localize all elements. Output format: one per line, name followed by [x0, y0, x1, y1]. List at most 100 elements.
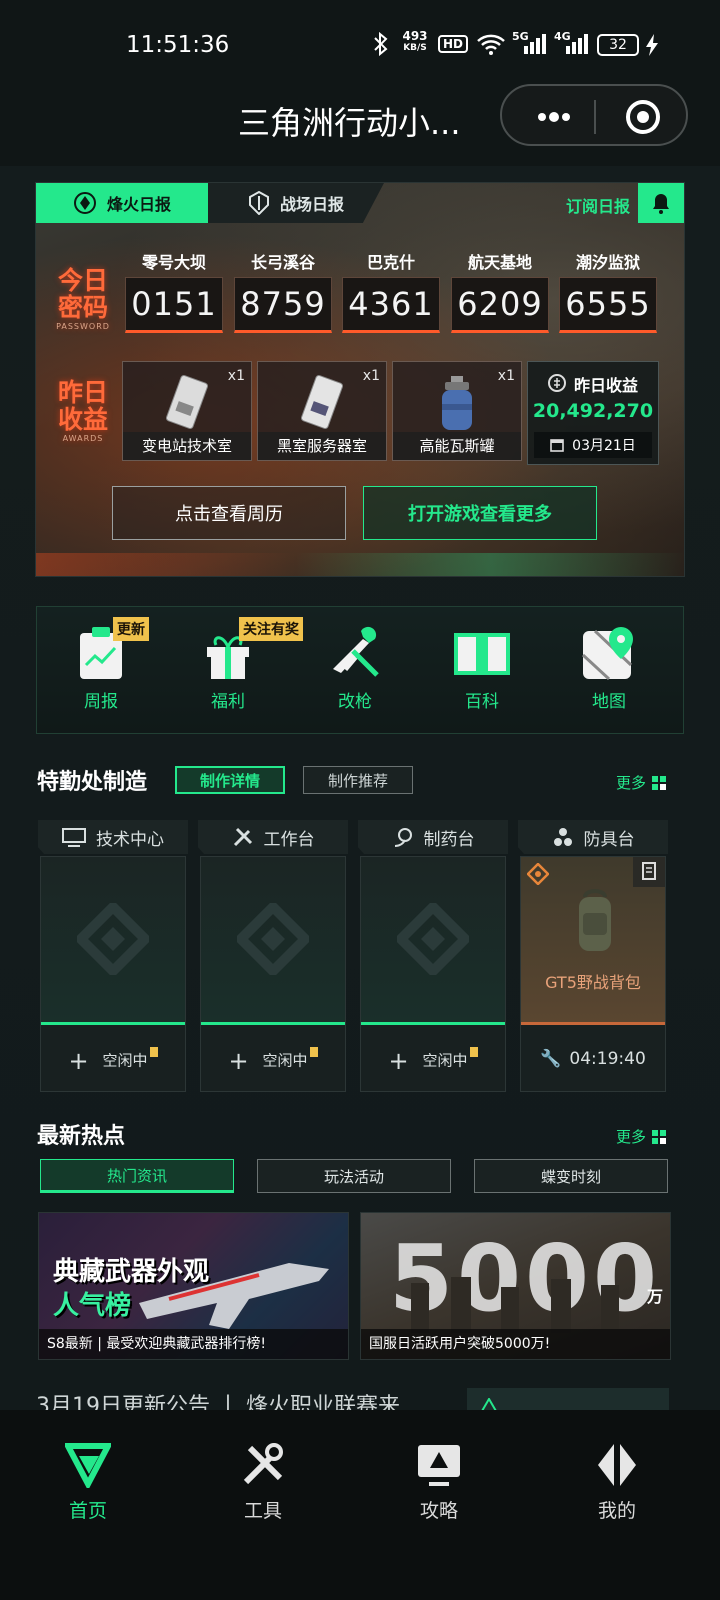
more-label: 更多	[616, 1128, 647, 1146]
net-speed: 493	[402, 29, 428, 43]
grid-icon	[652, 1129, 667, 1144]
bell-icon[interactable]	[638, 183, 684, 223]
timer-text: 04:19:40	[569, 1049, 646, 1069]
station-tech-center[interactable]: 技术中心 + 空闲中	[38, 820, 188, 1092]
tab-events[interactable]: 玩法活动	[257, 1159, 451, 1193]
station-workbench[interactable]: 工作台 + 空闲中	[198, 820, 348, 1092]
tab-battlefield-daily[interactable]: 战场日报	[208, 183, 384, 223]
map-password: 4361	[342, 277, 440, 333]
station-status: + 空闲中	[201, 1047, 345, 1075]
nav-label: 我的	[597, 1500, 636, 1522]
station-name: 防具台	[583, 829, 635, 850]
tab-hot-news[interactable]: 热门资讯	[40, 1159, 234, 1193]
plus-icon[interactable]: +	[228, 1047, 248, 1075]
daily-report-card: 烽火日报 战场日报 订阅日报 今日密码 PASSWORD 昨日收益 AWARDS…	[35, 182, 685, 577]
wifi-icon	[476, 32, 506, 62]
glitch-strip	[36, 553, 684, 576]
close-miniprogram-icon[interactable]	[624, 98, 662, 136]
craft-slot	[201, 857, 345, 1023]
tool-label: 百科	[465, 692, 499, 712]
map-icon	[581, 627, 633, 681]
banner-headline-unit: 万	[647, 1287, 664, 1306]
tab-fenghuo-label: 烽火日报	[106, 195, 171, 214]
station-timer: 🔧 04:19:40	[521, 1049, 665, 1069]
tool-encyclopedia[interactable]: 百科	[432, 625, 532, 712]
gas-canister-icon	[437, 374, 477, 436]
map-name: 航天基地	[467, 253, 532, 272]
guides-icon	[418, 1445, 460, 1486]
workbench-icon	[233, 827, 252, 847]
battlefield-icon	[248, 191, 269, 215]
view-calendar-button[interactable]: 点击查看周历	[112, 486, 346, 540]
map-password: 0151	[125, 277, 223, 333]
station-status: + 空闲中	[41, 1047, 185, 1075]
profile-logo-icon	[598, 1444, 636, 1486]
tool-gun-mod[interactable]: 改枪	[305, 625, 405, 712]
award-item[interactable]: x1 变电站技术室	[122, 361, 252, 461]
nav-label: 工具	[243, 1500, 282, 1522]
tab-moments[interactable]: 蝶变时刻	[474, 1159, 668, 1193]
idle-text: 空闲中	[262, 1051, 308, 1070]
awards-sub: AWARDS	[62, 434, 104, 443]
tab-battlefield-label: 战场日报	[279, 195, 344, 214]
plus-icon[interactable]: +	[388, 1047, 408, 1075]
map-password: 6555	[559, 277, 657, 333]
main-scroll[interactable]: 烽火日报 战场日报 订阅日报 今日密码 PASSWORD 昨日收益 AWARDS…	[0, 166, 720, 1440]
award-item[interactable]: x1 高能瓦斯罐	[392, 361, 522, 461]
nav-me[interactable]: 我的	[572, 1442, 662, 1522]
craft-slot	[361, 857, 505, 1023]
award-name: 变电站技术室	[123, 432, 251, 460]
tab-fenghuo-daily[interactable]: 烽火日报	[36, 183, 208, 223]
keycard-icon	[165, 374, 209, 434]
wrench-icon: 🔧	[540, 1049, 562, 1069]
idle-text: 空闲中	[102, 1051, 148, 1070]
capsule-menu	[500, 84, 688, 146]
tool-map[interactable]: 地图	[559, 625, 659, 712]
station-pharmacy[interactable]: 制药台 + 空闲中	[358, 820, 508, 1092]
subscribe-daily-link[interactable]: 订阅日报	[566, 193, 630, 217]
password-sub: PASSWORD	[56, 322, 110, 331]
station-armor-bench[interactable]: 防具台 GT5野战背包 🔧 04:19:40	[518, 820, 668, 1092]
crafting-title: 特勤处制造	[37, 770, 148, 795]
page-title: 三角洲行动小...	[238, 104, 461, 142]
armor-bench-icon	[553, 828, 572, 846]
status-time: 11:51:36	[126, 32, 230, 58]
tech-center-icon	[62, 828, 86, 847]
more-options-icon[interactable]	[524, 102, 584, 132]
placeholder-logo-icon	[77, 903, 149, 975]
clipboard-icon[interactable]	[633, 857, 665, 887]
update-badge: 更新	[113, 617, 149, 641]
award-count: x1	[497, 368, 515, 384]
chip-craft-recommend[interactable]: 制作推荐	[303, 766, 413, 794]
map-name: 潮汐监狱	[575, 253, 640, 272]
map-name: 巴克什	[366, 253, 415, 272]
nav-home[interactable]: 首页	[43, 1442, 133, 1522]
plus-icon[interactable]: +	[68, 1047, 88, 1075]
fenghuo-icon	[73, 192, 96, 214]
news-banner[interactable]: 典藏武器外观 人气榜 S8最新 | 最受欢迎典藏武器排行榜!	[38, 1212, 349, 1360]
tools-row: 周报 更新 福利 关注有奖 改枪 百科 地图	[36, 606, 684, 734]
keycard-icon	[300, 374, 344, 434]
tool-label: 地图	[592, 692, 626, 712]
yesterday-earnings: 昨日收益 20,492,270 03月21日	[527, 361, 659, 465]
hd-icon: HD	[438, 35, 469, 53]
award-item[interactable]: x1 黑室服务器室	[257, 361, 387, 461]
battery-icon: 32	[597, 34, 639, 56]
news-banner[interactable]: 5000 万 国服日活跃用户突破5000万!	[360, 1212, 671, 1360]
chip-craft-details[interactable]: 制作详情	[175, 766, 285, 794]
battery-level: 32	[609, 37, 627, 53]
earnings-date-box: 03月21日	[534, 432, 652, 458]
placeholder-logo-icon	[237, 903, 309, 975]
banner-caption: S8最新 | 最受欢迎典藏武器排行榜!	[39, 1329, 348, 1359]
nav-tools[interactable]: 工具	[218, 1442, 308, 1522]
soldiers-image	[411, 1277, 619, 1333]
crafting-more-link[interactable]: 更多	[616, 772, 667, 793]
award-count: x1	[362, 368, 380, 384]
open-game-button[interactable]: 打开游戏查看更多	[363, 486, 597, 540]
tools-icon	[243, 1443, 283, 1485]
nav-guides[interactable]: 攻略	[394, 1442, 484, 1522]
station-name: 技术中心	[96, 829, 164, 850]
map-password: 8759	[234, 277, 332, 333]
banner-headline-accent: 人气榜	[53, 1291, 132, 1321]
news-more-link[interactable]: 更多	[616, 1126, 667, 1147]
